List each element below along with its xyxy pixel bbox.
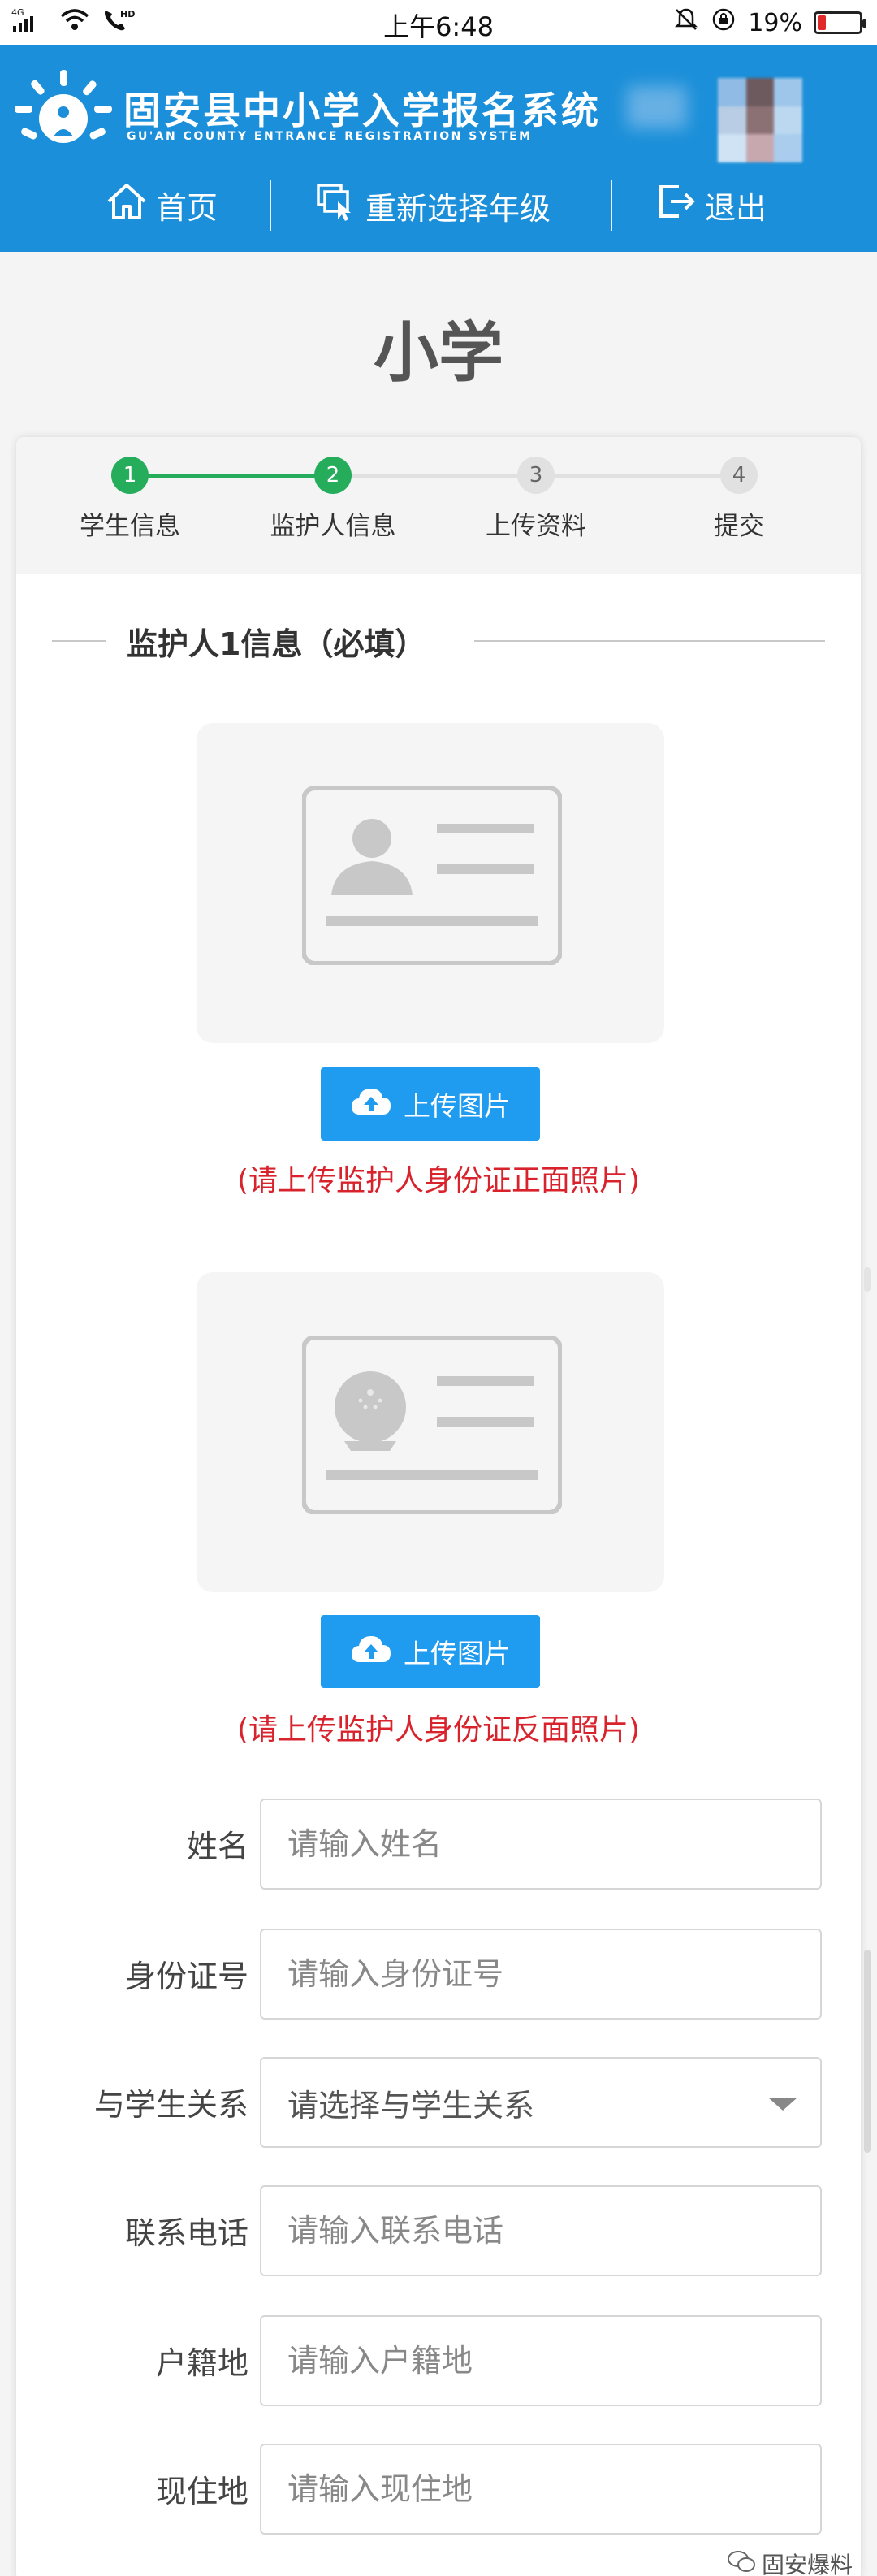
nav-home[interactable]: 首页 xyxy=(106,182,218,228)
app-title: 固安县中小学入学报名系统 xyxy=(123,89,601,132)
step-label: 学生信息 xyxy=(80,512,180,541)
step-number: 4 xyxy=(720,457,758,494)
form-row-name: 姓名 xyxy=(16,1799,861,1890)
divider xyxy=(52,640,106,642)
nav-reselect-grade[interactable]: 重新选择年级 xyxy=(315,182,551,230)
form-row-id-number: 身份证号 xyxy=(16,1929,861,2020)
upload-front-button[interactable]: 上传图片 xyxy=(321,1067,540,1141)
field-label: 姓名 xyxy=(186,1829,248,1864)
blurred-username xyxy=(627,86,687,128)
cloud-upload-icon xyxy=(350,1633,392,1670)
upload-front-hint: (请上传监护人身份证正面照片) xyxy=(236,1164,641,1197)
step-label: 提交 xyxy=(714,512,764,541)
upload-button-label: 上传图片 xyxy=(404,1090,511,1122)
rotation-lock-icon xyxy=(711,6,737,39)
dropdown-caret-icon xyxy=(768,2098,797,2111)
field-label: 现住地 xyxy=(155,2474,248,2509)
step-student-info: 1 学生信息 xyxy=(41,457,219,542)
page-title: 小学 xyxy=(374,315,503,391)
progress-steps: 1 学生信息 2 监护人信息 3 上传资料 4 提交 xyxy=(16,437,861,574)
battery-icon xyxy=(814,11,866,34)
battery-percent: 19% xyxy=(748,8,802,37)
scrollbar-thumb-top[interactable] xyxy=(864,1267,871,1292)
id-card-back-icon xyxy=(302,1336,562,1514)
form-row-household: 户籍地 xyxy=(16,2315,861,2406)
id-front-preview[interactable] xyxy=(197,723,664,1043)
id-number-input[interactable] xyxy=(260,1929,822,2020)
section-header: 监护人1信息（必填） xyxy=(52,617,825,666)
id-back-preview[interactable] xyxy=(197,1272,664,1592)
name-input[interactable] xyxy=(260,1799,822,1890)
upload-back-button[interactable]: 上传图片 xyxy=(321,1615,540,1688)
step-label: 监护人信息 xyxy=(270,512,396,541)
nav-divider xyxy=(611,180,612,231)
logout-icon xyxy=(656,182,697,228)
relation-select[interactable]: 请选择与学生关系 xyxy=(260,2057,822,2148)
field-label: 联系电话 xyxy=(124,2215,248,2251)
battery-level xyxy=(818,15,826,30)
step-number: 3 xyxy=(517,457,555,494)
watermark: 固安爆料 xyxy=(727,2548,853,2576)
field-label: 户籍地 xyxy=(155,2345,248,2381)
watermark-text: 固安爆料 xyxy=(761,2552,853,2576)
residence-input[interactable] xyxy=(260,2444,822,2535)
home-icon xyxy=(106,182,148,228)
nav-reselect-label: 重新选择年级 xyxy=(365,191,551,227)
relation-placeholder: 请选择与学生关系 xyxy=(287,2087,535,2124)
nav-divider xyxy=(270,180,271,231)
section-title: 监护人1信息（必填） xyxy=(127,626,426,662)
step-upload-docs: 3 上传资料 xyxy=(447,457,625,542)
scrollbar-thumb[interactable] xyxy=(864,1950,871,2153)
step-label: 上传资料 xyxy=(486,512,586,541)
step-guardian-info: 2 监护人信息 xyxy=(244,457,422,542)
upload-button-label: 上传图片 xyxy=(404,1638,511,1669)
upload-back-hint: (请上传监护人身份证反面照片) xyxy=(236,1713,641,1747)
form-row-phone: 联系电话 xyxy=(16,2185,861,2276)
step-submit: 4 提交 xyxy=(650,457,828,542)
status-bar: 4G HD 上午6:48 19% xyxy=(0,0,877,45)
logo-icon xyxy=(11,65,115,154)
divider xyxy=(474,640,825,642)
reselect-icon xyxy=(315,182,357,230)
app-header: 固安县中小学入学报名系统 GU'AN COUNTY ENTRANCE REGIS… xyxy=(0,45,877,252)
field-label: 与学生关系 xyxy=(93,2087,248,2123)
household-input[interactable] xyxy=(260,2315,822,2406)
guardian-form-card: 1 学生信息 2 监护人信息 3 上传资料 4 提交 监护人1信息（必填） 上传… xyxy=(16,437,861,2576)
nav-logout-label: 退出 xyxy=(705,190,767,226)
nav-logout[interactable]: 退出 xyxy=(656,182,767,228)
nav-home-label: 首页 xyxy=(156,190,218,226)
mute-bell-icon xyxy=(673,6,699,39)
id-card-front-icon xyxy=(302,786,562,965)
field-label: 身份证号 xyxy=(124,1959,248,1994)
top-nav: 首页 重新选择年级 退出 xyxy=(0,175,877,240)
step-number: 1 xyxy=(111,457,149,494)
wechat-icon xyxy=(727,2550,755,2576)
phone-input[interactable] xyxy=(260,2185,822,2276)
form-row-relation: 与学生关系 请选择与学生关系 xyxy=(16,2057,861,2148)
form-row-residence: 现住地 xyxy=(16,2444,861,2535)
step-number: 2 xyxy=(314,457,352,494)
app-subtitle: GU'AN COUNTY ENTRANCE REGISTRATION SYSTE… xyxy=(127,130,533,143)
avatar[interactable] xyxy=(718,78,802,162)
cloud-upload-icon xyxy=(350,1085,392,1123)
